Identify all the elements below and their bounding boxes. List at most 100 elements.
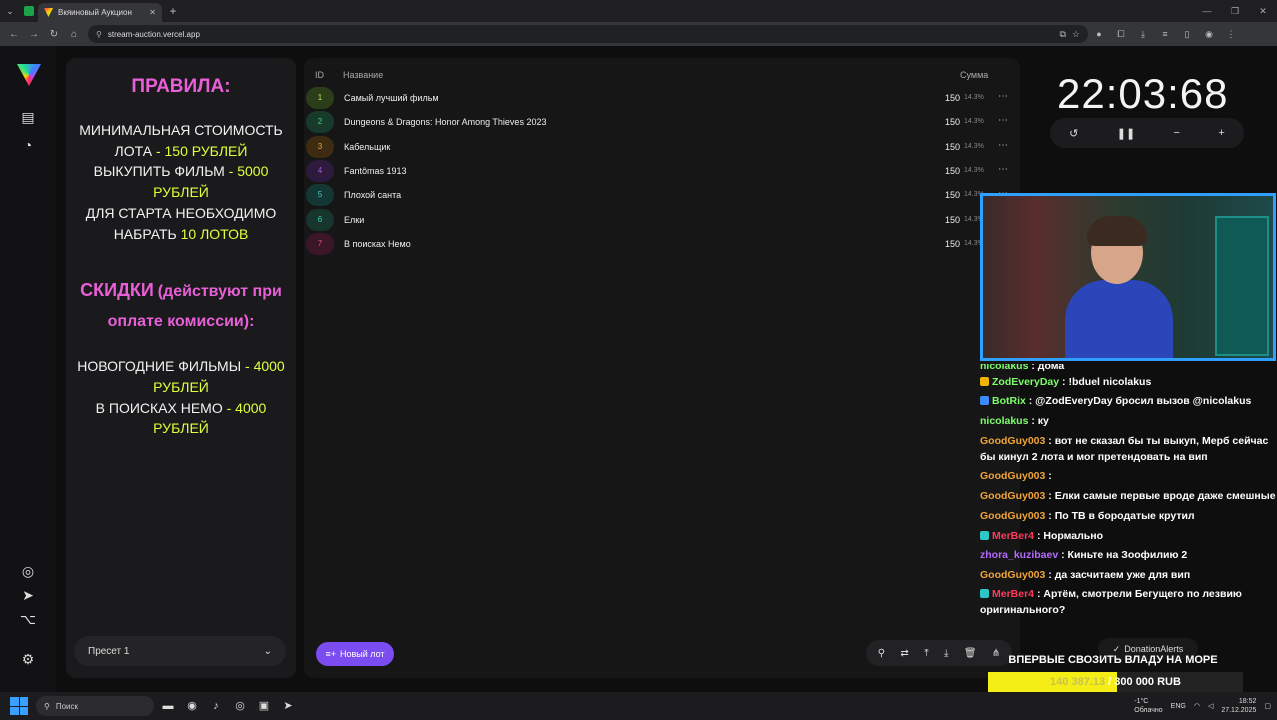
address-bar[interactable]: ⚲ stream-auction.vercel.app ⧉ ☆ bbox=[88, 25, 1088, 43]
telegram-icon[interactable]: ➤ bbox=[19, 586, 37, 604]
new-lot-button[interactable]: ≡+ Новый лот bbox=[316, 642, 394, 666]
more-options-icon[interactable]: ⋯ bbox=[998, 115, 1008, 126]
url-text[interactable]: stream-auction.vercel.app bbox=[108, 30, 1054, 39]
lot-row[interactable]: 7В поисках Немо15014.3%⋯ bbox=[304, 232, 1020, 255]
back-arrow-icon[interactable]: ← bbox=[4, 29, 24, 40]
github-icon[interactable]: ⌥ bbox=[19, 610, 37, 628]
language-indicator[interactable]: ENG bbox=[1171, 703, 1186, 710]
more-options-icon[interactable]: ⋯ bbox=[998, 140, 1008, 151]
telegram-taskbar-icon[interactable]: ➤ bbox=[278, 696, 298, 716]
windows-start-icon[interactable] bbox=[10, 697, 28, 715]
browser-tab-active[interactable]: Вкяиновый Аукцион ✕ bbox=[38, 3, 162, 22]
preset-select[interactable]: Пресет 1 ⌄ bbox=[74, 636, 286, 666]
volume-icon[interactable]: ◁ bbox=[1208, 702, 1213, 710]
reload-icon[interactable]: ↻ bbox=[44, 29, 64, 40]
weather-widget[interactable]: -1°C Облачно bbox=[1134, 697, 1162, 715]
home-icon[interactable]: ⌂ bbox=[64, 29, 84, 40]
lot-row[interactable]: 2 Dungeons & Dragons: Honor Among Thieves… bbox=[304, 111, 1020, 134]
lot-amount[interactable]: 150 bbox=[932, 166, 960, 176]
rules-text: МИНИМАЛЬНАЯ СТОИМОСТЬ ЛОТА - 150 РУБЛЕЙ … bbox=[66, 120, 296, 244]
lots-list-icon[interactable]: ▤ bbox=[19, 108, 37, 126]
profile-avatar[interactable]: ◉ bbox=[1198, 29, 1220, 40]
chat-username[interactable]: BotRix bbox=[992, 395, 1026, 407]
lot-name[interactable]: Fantômas 1913 bbox=[344, 166, 407, 176]
site-info-icon[interactable]: ⚲ bbox=[96, 30, 102, 39]
lot-amount[interactable]: 150 bbox=[932, 117, 960, 127]
extension-icon[interactable]: ● bbox=[1088, 29, 1110, 39]
lot-name[interactable]: Плохой санта bbox=[344, 190, 401, 200]
chat-text: : дома bbox=[1031, 360, 1065, 372]
lot-amount[interactable]: 150 bbox=[932, 142, 960, 152]
weather-temp: -1°C bbox=[1134, 698, 1149, 705]
more-options-icon[interactable]: ⋯ bbox=[998, 91, 1008, 102]
chat-username[interactable]: GoodGuy003 bbox=[980, 490, 1045, 502]
taskbar-search-placeholder: Поиск bbox=[55, 701, 79, 711]
app-logo-icon[interactable] bbox=[17, 64, 41, 86]
extensions-puzzle-icon[interactable]: ⧠ bbox=[1110, 29, 1132, 40]
lot-name[interactable]: Dungeons & Dragons: Honor Among Thieves … bbox=[344, 117, 546, 127]
lot-amount[interactable]: 150 bbox=[932, 190, 960, 200]
search-icon[interactable]: ⚲ bbox=[878, 648, 885, 659]
chat-username[interactable]: zhora_kuzibaev bbox=[980, 549, 1058, 561]
chat-username[interactable]: MerBer4 bbox=[992, 530, 1034, 542]
close-window-icon[interactable]: ✕ bbox=[1249, 6, 1277, 17]
lot-row[interactable]: 3 Кабельщик 150 14.3% ⋯ bbox=[304, 135, 1020, 158]
reading-list-icon[interactable]: ≡ bbox=[1154, 29, 1176, 39]
app-icon[interactable]: ▣ bbox=[254, 696, 274, 716]
taskbar-search[interactable]: ⚲ Поиск bbox=[36, 696, 154, 716]
auction-app: ▤ ◔ ◎ ➤ ⌥ ⚙ ПРАВИЛА: МИНИМАЛЬНАЯ СТОИМОС… bbox=[0, 46, 1277, 692]
lot-amount[interactable]: 150 bbox=[932, 215, 960, 225]
lot-row[interactable]: 4 Fantômas 1913 150 14.3% ⋯ bbox=[304, 159, 1020, 182]
lot-id: 4 bbox=[306, 159, 334, 182]
webcam-overlay bbox=[980, 193, 1276, 361]
chrome-icon[interactable]: ◉ bbox=[182, 696, 202, 716]
import-icon[interactable]: ⤓ bbox=[944, 648, 948, 659]
settings-gear-icon[interactable]: ⚙ bbox=[19, 650, 37, 668]
chat-username[interactable]: GoodGuy003 bbox=[980, 510, 1045, 522]
lot-name[interactable]: В поисках Немо bbox=[344, 239, 411, 249]
chat-username[interactable]: GoodGuy003 bbox=[980, 435, 1045, 447]
forward-arrow-icon[interactable]: → bbox=[24, 29, 44, 40]
export-icon[interactable]: ⤒ bbox=[924, 648, 928, 659]
lot-row[interactable]: 5Плохой санта15014.3%⋯ bbox=[304, 184, 1020, 207]
history-icon[interactable]: ◔ bbox=[19, 136, 37, 154]
close-tab-icon[interactable]: ✕ bbox=[149, 8, 156, 17]
file-explorer-icon[interactable]: ▬ bbox=[158, 696, 178, 716]
wifi-icon[interactable]: ◠ bbox=[1194, 702, 1200, 710]
chat-username[interactable]: nicolakus bbox=[980, 415, 1028, 427]
chat-username[interactable]: ZodEveryDay bbox=[992, 376, 1059, 388]
trash-icon[interactable]: 🗑 bbox=[964, 648, 977, 659]
pause-icon[interactable]: ❚❚ bbox=[1117, 127, 1135, 140]
lot-row[interactable]: 1 Самый лучший фильм 150 14.3% ⋯ bbox=[304, 87, 1020, 109]
plus-time-icon[interactable]: + bbox=[1218, 127, 1224, 139]
music-app-icon[interactable]: ♪ bbox=[206, 696, 226, 716]
lot-row[interactable]: 6Елки15014.3%⋯ bbox=[304, 208, 1020, 231]
lot-amount[interactable]: 150 bbox=[932, 239, 960, 249]
sheets-tab-icon[interactable] bbox=[20, 0, 38, 22]
lot-name[interactable]: Самый лучший фильм bbox=[344, 93, 439, 103]
system-clock[interactable]: 18:52 27.12.2025 bbox=[1221, 697, 1256, 715]
sidepanel-icon[interactable]: ▯ bbox=[1176, 29, 1198, 40]
lot-name[interactable]: Елки bbox=[344, 215, 364, 225]
integrations-icon[interactable]: ◎ bbox=[19, 562, 37, 580]
minimize-icon[interactable]: — bbox=[1193, 6, 1221, 16]
lot-name[interactable]: Кабельщик bbox=[344, 142, 390, 152]
minus-time-icon[interactable]: − bbox=[1174, 127, 1180, 139]
chat-username[interactable]: GoodGuy003 bbox=[980, 569, 1045, 581]
restore-icon[interactable]: ❐ bbox=[1221, 6, 1249, 17]
reset-timer-icon[interactable]: ↺ bbox=[1069, 127, 1078, 140]
downloads-icon[interactable]: ⤓ bbox=[1132, 29, 1154, 40]
cast-icon[interactable]: ⧉ bbox=[1059, 29, 1065, 40]
chat-username[interactable]: MerBer4 bbox=[992, 588, 1034, 600]
browser-menu-icon[interactable]: ⋮ bbox=[1220, 29, 1242, 40]
lot-amount[interactable]: 150 bbox=[932, 93, 960, 103]
notifications-icon[interactable]: ▢ bbox=[1264, 702, 1271, 710]
shuffle-icon[interactable]: ⇄ bbox=[900, 648, 908, 659]
chat-username[interactable]: GoodGuy003 bbox=[980, 470, 1045, 482]
new-tab-button[interactable]: + bbox=[162, 4, 184, 18]
bookmark-star-icon[interactable]: ☆ bbox=[1072, 29, 1080, 40]
obs-icon[interactable]: ◎ bbox=[230, 696, 250, 716]
chat-text: : Нормально bbox=[1036, 530, 1103, 542]
tab-search-icon[interactable]: ⌄ bbox=[0, 0, 20, 22]
more-options-icon[interactable]: ⋯ bbox=[998, 164, 1008, 175]
